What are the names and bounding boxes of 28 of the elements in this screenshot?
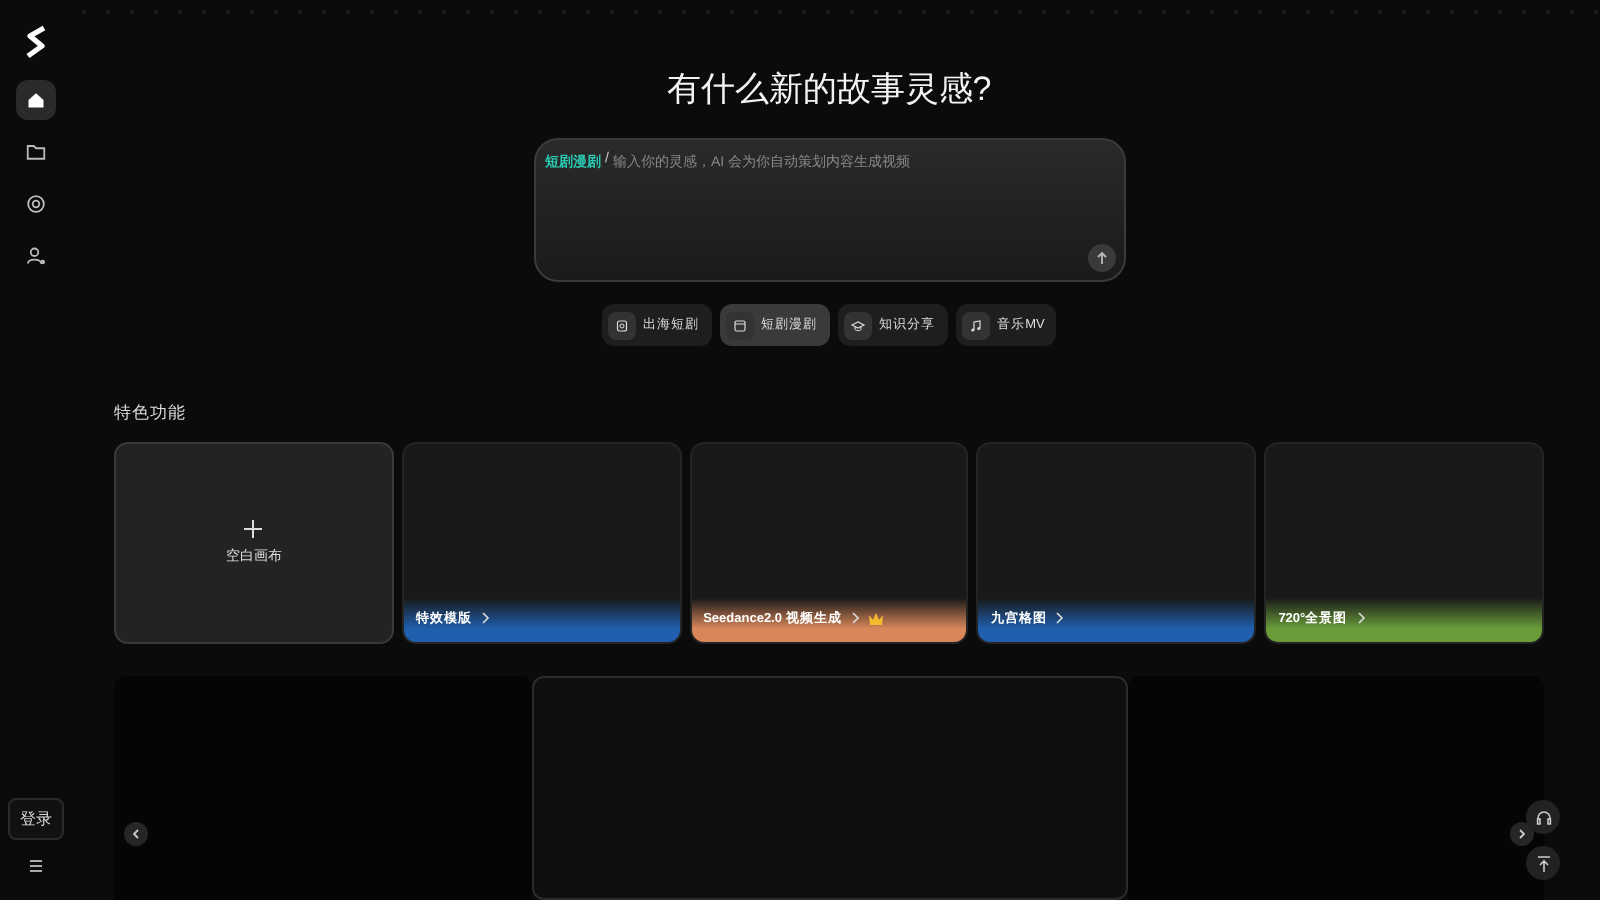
logo-icon[interactable] (22, 24, 50, 60)
back-to-top-button[interactable] (1526, 846, 1560, 880)
arrow-up-icon (1093, 250, 1109, 266)
music-note-icon (961, 311, 990, 339)
chevron-right-icon (849, 612, 860, 624)
chevron-right-icon (479, 612, 490, 624)
login-button[interactable]: 登录 (8, 798, 64, 840)
crown-icon (867, 611, 884, 625)
target-icon (24, 192, 48, 216)
graduation-cap-icon (843, 311, 872, 339)
chevron-right-icon (1516, 828, 1528, 840)
nav-button[interactable] (16, 80, 56, 120)
home-icon (24, 88, 48, 112)
section-title: 特色功能 (114, 402, 188, 426)
page-heading: 有什么新的故事灵感? (666, 68, 992, 112)
user-icon (24, 244, 48, 268)
send-button[interactable] (1087, 244, 1115, 272)
clipboard-icon (607, 311, 636, 339)
chevron-right-icon (1054, 612, 1065, 624)
arrow-to-top-icon (1533, 853, 1553, 873)
headset-icon (1533, 807, 1553, 827)
support-button[interactable] (1526, 800, 1560, 834)
chevron-right-icon (1355, 612, 1366, 624)
folder-icon (24, 140, 48, 164)
film-icon (725, 311, 754, 339)
plus-icon (244, 520, 263, 538)
chevron-left-icon (130, 828, 142, 840)
menu-icon[interactable] (26, 856, 46, 876)
